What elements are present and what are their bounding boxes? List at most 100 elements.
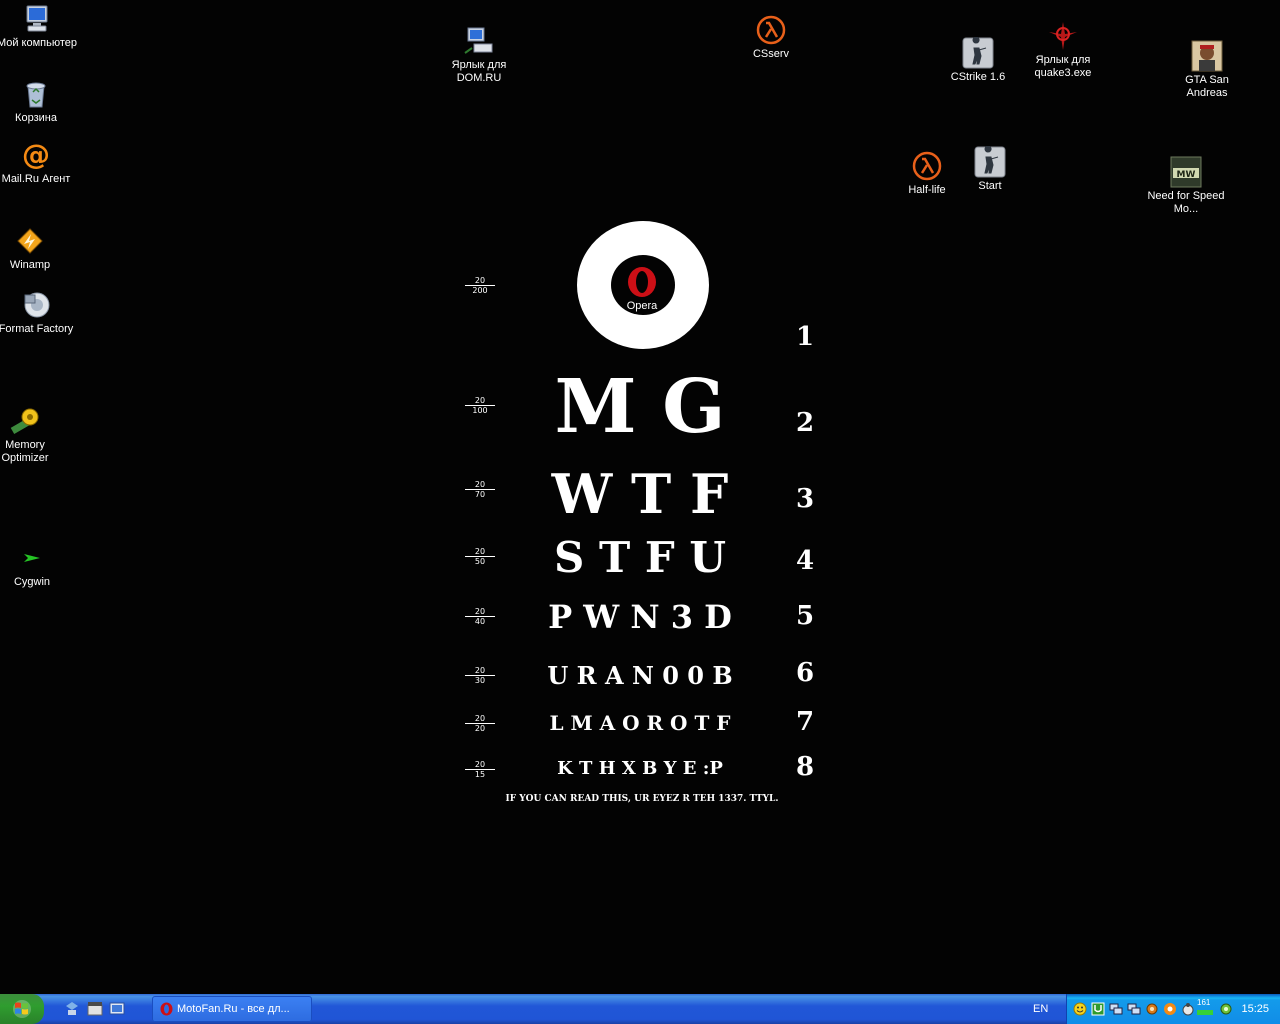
language-indicator[interactable]: EN — [1033, 994, 1048, 1024]
mailru-agent-icon: @ — [22, 139, 50, 171]
quake3-icon — [1049, 22, 1077, 50]
nfs-mw-icon: MW — [1170, 156, 1202, 188]
counter-strike-icon — [974, 146, 1006, 178]
acuity-fraction-bottom: 100 — [465, 405, 495, 415]
icon-label: Мой компьютер — [0, 37, 78, 49]
desktop-icon-cstrike[interactable]: CStrike 1.6 — [936, 37, 1020, 84]
icon-label: Start — [978, 180, 1002, 192]
cygwin-icon — [24, 554, 40, 562]
half-life-lambda-icon — [756, 15, 786, 45]
svg-text:@: @ — [22, 139, 50, 171]
chart-row-number-1: 1 — [796, 322, 815, 352]
icon-label: Корзина — [15, 112, 57, 124]
counter-strike-icon — [962, 37, 994, 69]
desktop-icon-cygwin[interactable]: Cygwin — [0, 542, 74, 589]
acuity-fraction-bottom: 50 — [465, 556, 495, 566]
gear-icon[interactable] — [1145, 1002, 1159, 1016]
utorrent-icon[interactable] — [1091, 1002, 1105, 1016]
acuity-fraction-bottom: 20 — [465, 723, 495, 733]
icon-label: Format Factory — [0, 323, 74, 335]
acuity-fraction-4: 20 50 — [465, 547, 495, 566]
desktop-icon-dom-ru[interactable]: Ярлык для DOM.RU — [437, 25, 521, 85]
icon-label: Memory Optimizer — [1, 439, 49, 464]
acuity-fraction-6: 20 30 — [465, 666, 495, 685]
memory-usage-value: 161 — [1197, 998, 1211, 1007]
desktop-icon-format-factory[interactable]: Format Factory — [0, 289, 78, 336]
icon-label: Winamp — [9, 259, 51, 271]
chart-row-number-3: 3 — [796, 484, 815, 514]
network-connection-icon[interactable] — [1127, 1002, 1141, 1016]
memory-usage-indicator[interactable]: 161 — [1197, 998, 1215, 1020]
acuity-fraction-bottom: 15 — [465, 769, 495, 779]
acuity-fraction-bottom: 200 — [465, 285, 495, 295]
chart-row-6: U R A N 0 0 B — [547, 661, 733, 690]
winamp-icon — [17, 228, 43, 254]
opera-icon — [628, 267, 656, 297]
icon-label: Need for Speed Mo... — [1147, 190, 1225, 215]
icon-label: Mail.Ru Агент — [1, 173, 71, 185]
taskbar-button-label: MotoFan.Ru - все дл... — [177, 1003, 290, 1015]
my-computer-icon — [26, 5, 48, 32]
acuity-fraction-bottom: 30 — [465, 675, 495, 685]
acuity-fraction-5: 20 40 — [465, 607, 495, 626]
desktop-icon-winamp[interactable]: Winamp — [0, 225, 72, 272]
network-connection-icon[interactable] — [1109, 1002, 1123, 1016]
show-desktop-icon[interactable] — [109, 1001, 125, 1017]
svg-text:MW: MW — [1177, 170, 1196, 180]
icon-label: GTA San Andreas — [1185, 74, 1229, 99]
chart-row-number-6: 6 — [796, 658, 815, 688]
desktop-icon-start[interactable]: Start — [948, 146, 1032, 193]
desktop-icon-recycle-bin[interactable]: Корзина — [0, 78, 78, 125]
network-icon — [464, 27, 493, 54]
desktop-icon-gta-sa[interactable]: GTA San Andreas — [1165, 40, 1249, 100]
acuity-fraction-top: 20 — [474, 760, 486, 769]
chart-row-2: M G — [554, 364, 726, 450]
acuity-fraction-7: 20 20 — [465, 714, 495, 733]
acuity-fraction-1: 20 200 — [465, 276, 495, 295]
smiley-icon[interactable] — [1073, 1002, 1087, 1016]
acuity-fraction-top: 20 — [474, 666, 486, 675]
desktop-icon-csserv[interactable]: CSserv — [729, 14, 813, 61]
quick-launch-media-icon[interactable] — [87, 1001, 103, 1017]
recycle-bin-icon — [26, 82, 46, 108]
quick-launch-network-icon[interactable] — [64, 1001, 80, 1017]
chart-row-number-8: 8 — [796, 752, 815, 782]
windows-logo-icon — [13, 1000, 31, 1018]
desktop-icon-my-computer[interactable]: Мой компьютер — [0, 3, 79, 50]
taskbar-button-opera[interactable]: MotoFan.Ru - все дл... — [152, 996, 312, 1022]
chart-row-4: S T F U — [554, 533, 726, 582]
desktop: Мой компьютер Корзина @ Mail.Ru Агент Wi… — [0, 0, 1280, 994]
acuity-fraction-top: 20 — [474, 480, 486, 489]
memory-usage-bar — [1197, 1010, 1213, 1015]
acuity-fraction-8: 20 15 — [465, 760, 495, 779]
taskbar: MotoFan.Ru - все дл... EN 161 15:25 — [0, 994, 1280, 1024]
icon-label: CSserv — [752, 48, 790, 60]
acuity-fraction-top: 20 — [474, 547, 486, 556]
chart-row-8: K T H X B Y E :P — [557, 758, 723, 779]
acuity-fraction-top: 20 — [474, 276, 486, 285]
chart-row-5: P W N 3 D — [548, 598, 732, 636]
desktop-icon-nfs-mw[interactable]: MW Need for Speed Mo... — [1144, 156, 1228, 216]
tray-app-icon[interactable] — [1181, 1002, 1195, 1016]
acuity-fraction-top: 20 — [474, 714, 486, 723]
chart-row-3: W T F — [551, 462, 729, 526]
desktop-icon-opera[interactable]: Opera — [600, 266, 684, 313]
clock[interactable]: 15:25 — [1241, 994, 1269, 1024]
start-button[interactable] — [0, 994, 44, 1024]
chart-row-7: L M A O R O T F — [549, 711, 731, 735]
format-factory-icon — [24, 292, 50, 318]
gta-sa-icon — [1191, 40, 1223, 72]
acuity-fraction-3: 20 70 — [465, 480, 495, 499]
chart-row-number-5: 5 — [796, 601, 815, 631]
icon-label: Opera — [626, 300, 658, 312]
mailru-agent-tray-icon[interactable] — [1163, 1002, 1177, 1016]
chart-row-number-4: 4 — [796, 546, 815, 576]
gear-icon[interactable] — [1219, 1002, 1233, 1016]
half-life-lambda-icon — [912, 151, 942, 181]
opera-icon — [160, 1002, 173, 1016]
desktop-icon-quake3[interactable]: Ярлык для quake3.exe — [1021, 20, 1105, 80]
desktop-icon-memory-optimizer[interactable]: Memory Optimizer — [0, 405, 67, 465]
desktop-icon-mailru-agent[interactable]: @ Mail.Ru Агент — [0, 139, 78, 186]
acuity-fraction-top: 20 — [474, 396, 486, 405]
chart-row-number-2: 2 — [796, 408, 815, 438]
